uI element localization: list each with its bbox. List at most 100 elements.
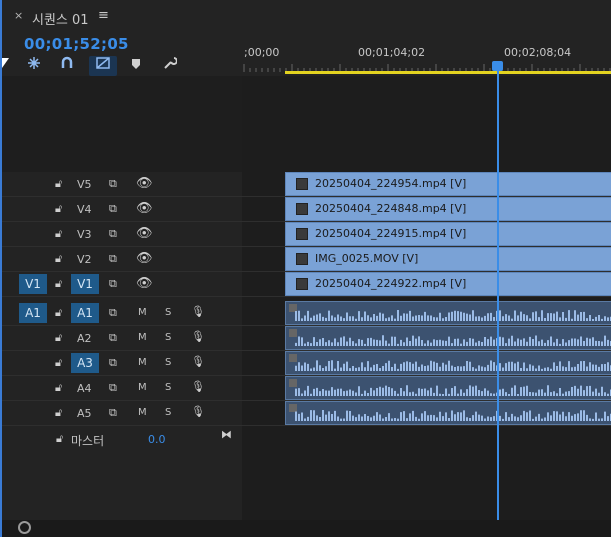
eye-icon[interactable]: 👁︎ (136, 176, 153, 191)
eye-icon[interactable]: 👁︎ (136, 201, 153, 216)
solo-button[interactable]: S (165, 307, 171, 318)
audio-clip[interactable] (285, 401, 611, 425)
playhead-handle[interactable] (492, 61, 503, 71)
microphone-icon[interactable]: 🎙︎ (191, 330, 205, 343)
fx-badge-icon (289, 404, 297, 412)
sync-lock-icon[interactable]: ⧉ (109, 252, 117, 266)
sync-lock-icon[interactable]: ⧉ (109, 331, 117, 345)
sync-lock-icon[interactable]: ⧉ (109, 277, 117, 291)
track-name[interactable]: V2 (77, 253, 92, 266)
track-name[interactable]: A4 (77, 382, 92, 395)
video-clip[interactable]: 20250404_224848.mp4 [V] (285, 197, 611, 221)
sync-lock-icon[interactable]: ⧉ (109, 356, 117, 370)
sync-lock-icon[interactable]: ⧉ (109, 381, 117, 395)
fx-badge-icon (296, 228, 308, 240)
solo-button[interactable]: S (165, 357, 171, 368)
clip-name: 20250404_224954.mp4 [V] (315, 177, 467, 190)
playhead-timecode[interactable]: 00;01;52;05 (24, 35, 129, 53)
audio-clip[interactable] (285, 351, 611, 375)
lock-icon[interactable]: 🔓︎ (55, 356, 62, 370)
fx-badge-icon (289, 329, 297, 337)
video-track-header: 🔓︎ V4 ⧉ 👁︎ (2, 197, 242, 221)
linked-selection-icon[interactable] (55, 56, 79, 76)
lock-icon[interactable]: 🔓︎ (55, 202, 62, 216)
fx-badge-icon (289, 304, 297, 312)
eye-icon[interactable]: 👁︎ (136, 251, 153, 266)
sequence-tab-title[interactable]: 시퀀스 01 (32, 9, 89, 28)
fx-badge-icon (296, 278, 308, 290)
ruler-label: ;00;00 (244, 46, 280, 59)
clip-name: 20250404_224915.mp4 [V] (315, 227, 467, 240)
eye-icon[interactable]: 👁︎ (136, 276, 153, 291)
timeline-track-area[interactable] (242, 76, 611, 520)
audio-track-header: 🔓︎ A5 ⧉ M S 🎙︎ (2, 401, 242, 425)
solo-button[interactable]: S (165, 407, 171, 418)
video-clip[interactable]: 20250404_224954.mp4 [V] (285, 172, 611, 196)
video-clip[interactable]: IMG_0025.MOV [V] (285, 247, 611, 271)
playhead-line[interactable] (497, 62, 499, 520)
microphone-icon[interactable]: 🎙︎ (191, 380, 205, 393)
microphone-icon[interactable]: 🎙︎ (191, 355, 205, 368)
insert-overwrite-icon[interactable] (89, 56, 117, 76)
fx-badge-icon (289, 379, 297, 387)
source-patch-a1[interactable]: A1 (19, 303, 47, 323)
close-icon[interactable]: × (14, 9, 23, 22)
mute-button[interactable]: M (138, 382, 147, 393)
track-name[interactable]: A5 (77, 407, 92, 420)
work-area-bar[interactable] (285, 71, 611, 74)
track-target[interactable]: A3 (71, 353, 99, 373)
track-target-v1[interactable]: V1 (71, 274, 99, 294)
audio-clip[interactable] (285, 301, 611, 325)
sync-lock-icon[interactable]: ⧉ (109, 406, 117, 420)
lock-icon[interactable]: 🔓︎ (55, 331, 62, 345)
lock-icon[interactable]: 🔓︎ (55, 381, 62, 395)
lock-icon[interactable]: 🔓︎ (55, 252, 62, 266)
zoom-scroll-handle[interactable] (18, 521, 31, 534)
track-name[interactable]: V5 (77, 178, 92, 191)
solo-button[interactable]: S (165, 332, 171, 343)
sync-lock-icon[interactable]: ⧉ (109, 227, 117, 241)
mute-button[interactable]: M (138, 407, 147, 418)
mute-button[interactable]: M (138, 357, 147, 368)
sync-lock-icon[interactable]: ⧉ (109, 306, 117, 320)
lock-icon[interactable]: 🔓︎ (55, 177, 62, 191)
marker-icon[interactable] (124, 56, 148, 76)
audio-clip[interactable] (285, 376, 611, 400)
horizontal-scrollbar[interactable] (2, 520, 611, 537)
microphone-icon[interactable]: 🎙︎ (191, 405, 205, 418)
source-patch-v1[interactable]: V1 (19, 274, 47, 294)
fx-badge-icon (296, 178, 308, 190)
track-name[interactable]: A2 (77, 332, 92, 345)
sync-lock-icon[interactable]: ⧉ (109, 202, 117, 216)
mute-button[interactable]: M (138, 332, 147, 343)
video-track-header: 🔓︎ V3 ⧉ 👁︎ (2, 222, 242, 246)
sync-lock-icon[interactable]: ⧉ (109, 177, 117, 191)
snap-icon[interactable] (22, 56, 46, 76)
wrench-icon[interactable] (158, 56, 182, 76)
mute-button[interactable]: M (138, 307, 147, 318)
clip-name: IMG_0025.MOV [V] (315, 252, 419, 265)
video-clip[interactable]: 20250404_224915.mp4 [V] (285, 222, 611, 246)
master-label: 마스터 (71, 434, 105, 448)
video-track-header: 🔓︎ V2 ⧉ 👁︎ (2, 247, 242, 271)
lock-icon[interactable]: 🔓︎ (55, 306, 62, 320)
master-volume-value[interactable]: 0.0 (148, 433, 166, 446)
track-header-empty (2, 76, 242, 172)
track-name[interactable]: V4 (77, 203, 92, 216)
lock-icon[interactable]: 🔓︎ (55, 277, 62, 291)
ruler-label: 00;02;08;04 (504, 46, 572, 59)
master-track-header: 🔓︎ 마스터 0.0 ⧓ (2, 427, 242, 451)
panel-menu-icon[interactable]: ≡ (98, 8, 109, 23)
microphone-icon[interactable]: 🎙︎ (191, 305, 205, 318)
track-name[interactable]: V3 (77, 228, 92, 241)
audio-clip[interactable] (285, 326, 611, 350)
lock-icon[interactable]: 🔓︎ (56, 432, 63, 446)
lock-icon[interactable]: 🔓︎ (55, 406, 62, 420)
track-target[interactable]: A1 (71, 303, 99, 323)
video-track-header: V1 🔓︎ V1 ⧉ 👁︎ (2, 272, 242, 296)
go-to-in-out-icon[interactable]: ⧓ (221, 428, 232, 441)
video-clip[interactable]: 20250404_224922.mp4 [V] (285, 272, 611, 296)
eye-icon[interactable]: 👁︎ (136, 226, 153, 241)
solo-button[interactable]: S (165, 382, 171, 393)
lock-icon[interactable]: 🔓︎ (55, 227, 62, 241)
